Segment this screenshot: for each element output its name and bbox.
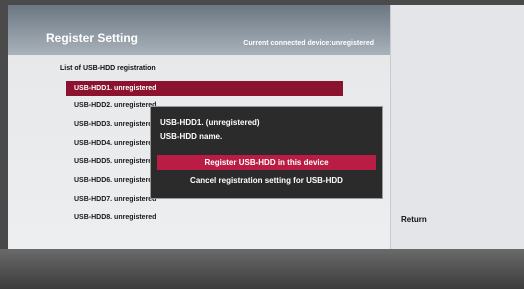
dialog-device-name: USB-HDD name. <box>160 132 223 141</box>
list-item-usb-hdd8[interactable]: USB-HDD8. unregistered <box>66 210 343 225</box>
header-band: Register Setting Current connected devic… <box>8 5 390 55</box>
dialog-device-label: USB-HDD1. (unregistered) <box>160 118 260 127</box>
bottom-bar <box>0 249 524 289</box>
register-usb-hdd-button[interactable]: Register USB-HDD in this device <box>157 155 376 170</box>
tv-settings-screen: Register Setting Current connected devic… <box>0 0 524 289</box>
page-title: Register Setting <box>46 31 139 45</box>
return-button[interactable]: Return <box>401 215 427 224</box>
list-item-usb-hdd1[interactable]: USB-HDD1. unregistered <box>66 81 343 96</box>
cancel-registration-button[interactable]: Cancel registration setting for USB-HDD <box>157 173 376 188</box>
side-panel: Return <box>390 5 524 249</box>
registration-dialog: USB-HDD1. (unregistered) USB-HDD name. R… <box>150 106 383 199</box>
connected-device-status: Current connected device:unregistered <box>243 40 374 47</box>
list-title: List of USB-HDD registration <box>60 65 156 72</box>
